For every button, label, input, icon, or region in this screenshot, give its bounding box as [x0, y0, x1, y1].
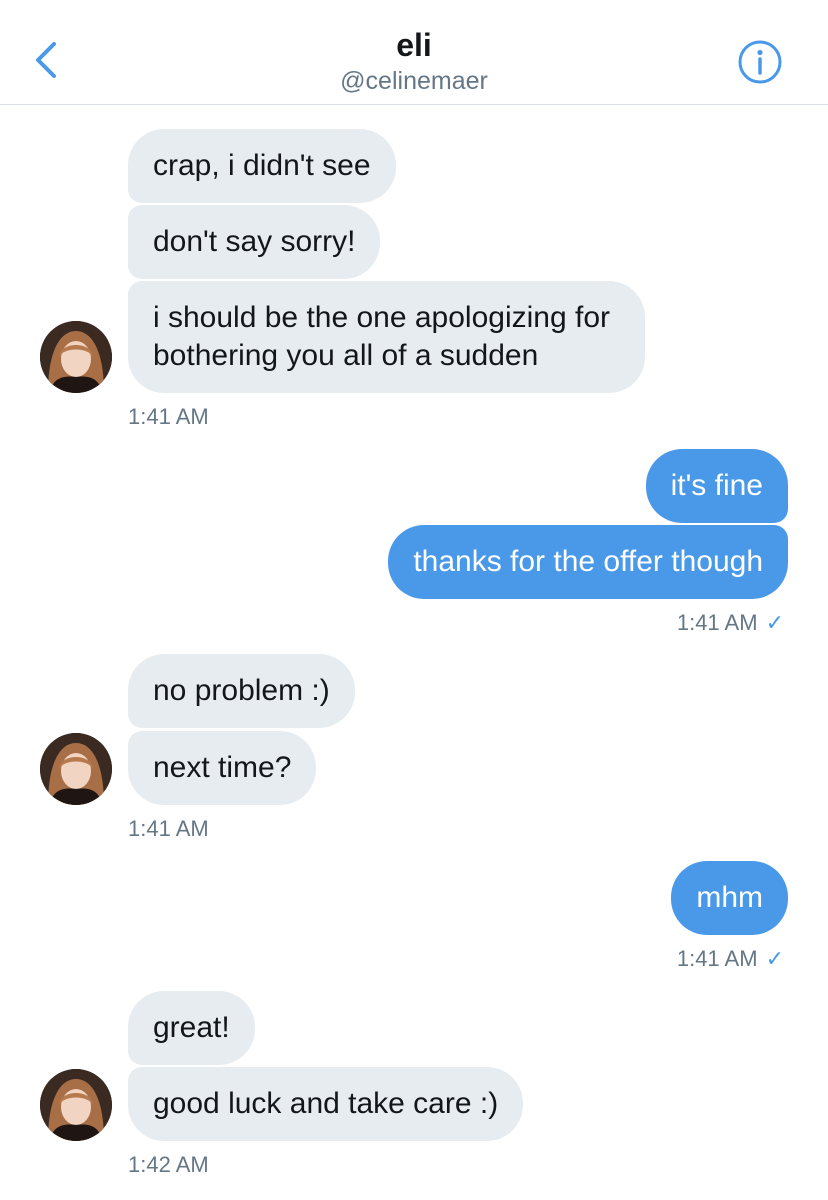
info-button[interactable] [737, 39, 783, 85]
message-timestamp: 1:41 AM ✓ [677, 609, 784, 637]
message-bubble-outgoing[interactable]: mhm [671, 861, 788, 935]
message-bubble-outgoing[interactable]: it's fine [645, 449, 788, 523]
avatar[interactable] [40, 1069, 112, 1141]
message-bubble-incoming[interactable]: great! [128, 991, 255, 1065]
message-bubble-incoming[interactable]: good luck and take care :) [128, 1067, 524, 1141]
message-timestamp: 1:42 AM [128, 1152, 209, 1177]
message-timestamp: 1:41 AM [128, 404, 209, 429]
message-text: mhm [696, 881, 763, 914]
message-bubble-incoming[interactable]: no problem :) [128, 654, 355, 728]
message-bubble-outgoing[interactable]: thanks for the offer though [388, 525, 788, 599]
message-timestamp: 1:41 AM [128, 816, 209, 841]
checkmark-icon: ✓ [765, 610, 784, 635]
avatar-image [40, 733, 112, 805]
message-text: next time? [153, 751, 292, 784]
message-text: i should be the one apologizing for both… [153, 301, 611, 372]
checkmark-icon: ✓ [765, 946, 784, 971]
message-bubble-incoming[interactable]: i should be the one apologizing for both… [128, 281, 645, 393]
message-bubble-incoming[interactable]: next time? [128, 731, 317, 805]
message-text: thanks for the offer though [413, 545, 763, 578]
info-icon [738, 40, 782, 84]
conversation-handle: @celinemaer [340, 67, 488, 95]
message-text: don't say sorry! [153, 225, 356, 258]
message-bubble-incoming[interactable]: don't say sorry! [128, 205, 381, 279]
message-bubble-incoming[interactable]: crap, i didn't see [128, 129, 396, 203]
timestamp-text: 1:41 AM [676, 946, 758, 971]
conversation-title[interactable]: eli [0, 25, 828, 65]
dm-conversation-screen: eli @celinemaer crap, i didn't see don't… [0, 0, 828, 1200]
conversation-header: eli @celinemaer [0, 0, 828, 105]
message-text: it's fine [670, 469, 763, 502]
message-text: great! [153, 1011, 230, 1044]
message-timestamp: 1:41 AM ✓ [677, 945, 784, 973]
avatar-image [40, 321, 112, 393]
avatar-image [40, 1069, 112, 1141]
message-text: crap, i didn't see [153, 149, 371, 182]
message-text: good luck and take care :) [153, 1087, 499, 1120]
timestamp-text: 1:41 AM [676, 610, 758, 635]
avatar[interactable] [40, 321, 112, 393]
message-text: no problem :) [153, 674, 330, 707]
avatar[interactable] [40, 733, 112, 805]
